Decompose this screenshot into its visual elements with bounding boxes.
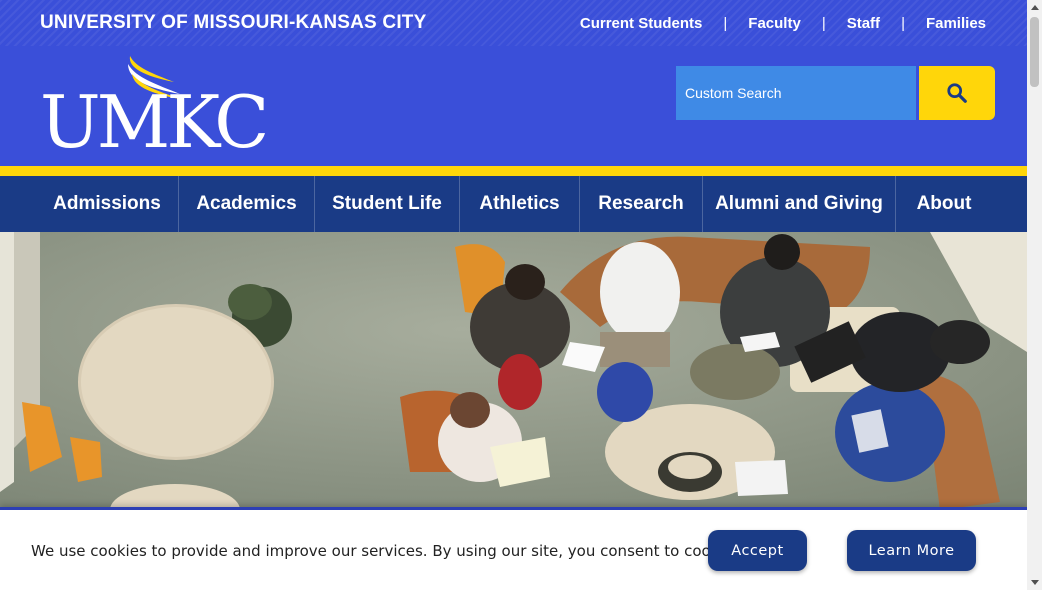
utility-bar: UNIVERSITY OF MISSOURI-KANSAS CITY Curre… — [0, 0, 1027, 46]
nav-item-academics[interactable]: Academics — [179, 176, 315, 232]
search-icon — [947, 83, 967, 103]
logo-wordmark: UMKC — [40, 80, 269, 164]
cookie-message: We use cookies to provide and improve ou… — [31, 542, 746, 560]
families-link[interactable]: Families — [926, 15, 986, 32]
scroll-down-arrow-icon[interactable] — [1027, 575, 1042, 590]
nav-item-research[interactable]: Research — [580, 176, 703, 232]
viewport: UNIVERSITY OF MISSOURI-KANSAS CITY Curre… — [0, 0, 1027, 590]
link-separator: | — [821, 15, 826, 32]
accept-cookies-button[interactable]: Accept — [708, 530, 807, 571]
scrollbar-thumb[interactable] — [1030, 17, 1039, 87]
nav-item-admissions[interactable]: Admissions — [36, 176, 179, 232]
nav-item-alumni-and-giving[interactable]: Alumni and Giving — [703, 176, 896, 232]
current-students-link[interactable]: Current Students — [580, 15, 703, 32]
nav-item-student-life[interactable]: Student Life — [315, 176, 460, 232]
site-header: UMKC — [0, 46, 1027, 166]
university-name-link[interactable]: UNIVERSITY OF MISSOURI-KANSAS CITY — [40, 12, 427, 34]
faculty-link[interactable]: Faculty — [748, 15, 801, 32]
header-accent-stripe — [0, 166, 1027, 176]
link-separator: | — [901, 15, 905, 32]
search-button[interactable] — [919, 66, 995, 120]
hero-photo-illustration — [0, 232, 1027, 510]
link-separator: | — [723, 15, 728, 32]
audience-links: Current Students | Faculty | Staff | Fam… — [580, 15, 986, 32]
vertical-scrollbar[interactable] — [1027, 0, 1042, 590]
page: UNIVERSITY OF MISSOURI-KANSAS CITY Curre… — [0, 0, 1042, 590]
cookie-banner: We use cookies to provide and improve ou… — [0, 507, 1027, 590]
learn-more-button[interactable]: Learn More — [847, 530, 976, 571]
nav-item-athletics[interactable]: Athletics — [460, 176, 580, 232]
search-input[interactable] — [676, 66, 916, 120]
hero-image — [0, 232, 1027, 510]
staff-link[interactable]: Staff — [847, 15, 880, 32]
search-form — [676, 66, 995, 120]
scroll-up-arrow-icon[interactable] — [1027, 0, 1042, 15]
main-nav: Admissions Academics Student Life Athlet… — [0, 176, 1027, 232]
umkc-logo[interactable]: UMKC — [40, 54, 269, 158]
nav-item-about[interactable]: About — [896, 176, 992, 232]
